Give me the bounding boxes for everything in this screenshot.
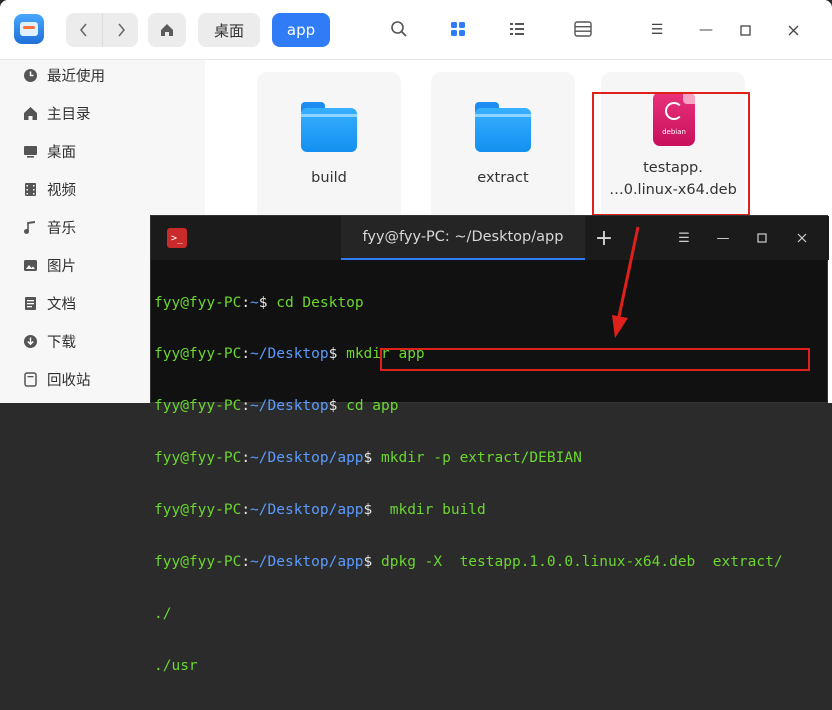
terminal-line: fyy@fyy-PC:~/Desktop/app$ mkdir -p extra… bbox=[154, 450, 582, 467]
sidebar-item-desktop[interactable]: 桌面 bbox=[0, 134, 205, 168]
list-view-icon bbox=[510, 23, 524, 35]
terminal-line: fyy@fyy-PC:~/Desktop/app$ mkdir build bbox=[154, 502, 486, 519]
close-button[interactable] bbox=[783, 20, 803, 40]
sidebar-item-videos[interactable]: 视频 bbox=[0, 172, 205, 206]
terminal-minimize-button[interactable]: — bbox=[714, 229, 732, 247]
home-button[interactable] bbox=[148, 13, 186, 47]
terminal-title-bar: >_ fyy@fyy-PC: ~/Desktop/app + ☰ — bbox=[151, 216, 829, 260]
terminal-line: fyy@fyy-PC:~$ cd Desktop bbox=[154, 294, 364, 311]
icon-view-button[interactable] bbox=[446, 17, 470, 41]
sidebar-toggle-icon bbox=[574, 21, 592, 37]
sidebar-item-recent[interactable]: 最近使用 bbox=[0, 58, 205, 92]
highlight-box-deb bbox=[592, 92, 750, 216]
terminal-logo-icon: >_ bbox=[167, 228, 187, 248]
search-icon bbox=[391, 21, 407, 37]
grid-view-icon bbox=[451, 22, 465, 36]
file-manager-logo-icon bbox=[14, 14, 44, 44]
file-name: build bbox=[311, 170, 347, 186]
music-icon bbox=[22, 219, 38, 235]
navigation-group bbox=[66, 13, 138, 47]
file-name: extract bbox=[477, 170, 529, 186]
terminal-output-line: ./ bbox=[154, 605, 172, 622]
forward-button[interactable] bbox=[102, 13, 138, 47]
close-icon bbox=[797, 233, 807, 243]
options-button[interactable] bbox=[571, 17, 595, 41]
chevron-right-icon bbox=[117, 23, 125, 37]
terminal-tab[interactable]: fyy@fyy-PC: ~/Desktop/app bbox=[341, 216, 585, 260]
terminal-window: >_ fyy@fyy-PC: ~/Desktop/app + ☰ — fyy@f… bbox=[150, 215, 829, 674]
maximize-button[interactable] bbox=[735, 20, 755, 40]
sidebar-item-label: 图片 bbox=[47, 258, 76, 275]
sidebar-item-label: 桌面 bbox=[47, 144, 76, 161]
desktop-icon bbox=[22, 143, 38, 159]
terminal-close-button[interactable] bbox=[793, 229, 811, 247]
picture-icon bbox=[22, 257, 38, 273]
sidebar-item-label: 回收站 bbox=[47, 372, 91, 389]
sidebar-item-label: 视频 bbox=[47, 182, 76, 199]
maximize-icon bbox=[739, 24, 751, 36]
plus-icon: + bbox=[594, 225, 614, 251]
terminal-menu-button[interactable]: ☰ bbox=[675, 229, 693, 247]
terminal-line: fyy@fyy-PC:~/Desktop/app$ dpkg -X testap… bbox=[154, 554, 783, 571]
breadcrumb-app[interactable]: app bbox=[272, 13, 330, 47]
terminal-output-line: ./usr bbox=[154, 657, 198, 674]
maximize-icon bbox=[757, 233, 767, 243]
minimize-button[interactable]: — bbox=[696, 20, 716, 40]
document-icon bbox=[22, 295, 38, 311]
home-icon bbox=[161, 24, 173, 36]
sidebar-item-label: 主目录 bbox=[47, 106, 91, 123]
chevron-left-icon bbox=[79, 23, 87, 37]
sidebar-item-home[interactable]: 主目录 bbox=[0, 96, 205, 130]
minimize-icon: — bbox=[699, 22, 713, 38]
terminal-maximize-button[interactable] bbox=[753, 229, 771, 247]
title-bar: 桌面 app ☰ — bbox=[0, 0, 832, 60]
sidebar-item-label: 最近使用 bbox=[47, 68, 105, 85]
sidebar-item-label: 音乐 bbox=[47, 220, 76, 237]
menu-icon: ☰ bbox=[678, 230, 690, 246]
clock-icon bbox=[22, 67, 38, 83]
back-button[interactable] bbox=[66, 13, 102, 47]
highlight-box-command bbox=[380, 348, 810, 371]
menu-icon: ☰ bbox=[650, 22, 664, 38]
menu-button[interactable]: ☰ bbox=[647, 20, 667, 40]
folder-icon bbox=[475, 102, 531, 152]
terminal-line: fyy@fyy-PC:~/Desktop$ cd app bbox=[154, 398, 399, 415]
download-icon bbox=[22, 333, 38, 349]
breadcrumb-desktop[interactable]: 桌面 bbox=[198, 13, 260, 47]
file-item-extract[interactable]: extract bbox=[431, 72, 575, 222]
close-icon bbox=[788, 25, 798, 35]
list-view-button[interactable] bbox=[505, 17, 529, 41]
sidebar-item-label: 文档 bbox=[47, 296, 76, 313]
folder-icon bbox=[301, 102, 357, 152]
new-tab-button[interactable]: + bbox=[589, 225, 619, 251]
minimize-icon: — bbox=[716, 230, 730, 246]
sidebar-item-label: 下载 bbox=[47, 334, 76, 351]
trash-icon bbox=[22, 371, 38, 387]
terminal-output[interactable]: fyy@fyy-PC:~$ cd Desktop fyy@fyy-PC:~/De… bbox=[154, 260, 826, 674]
video-icon bbox=[22, 181, 38, 197]
file-item-build[interactable]: build bbox=[257, 72, 401, 222]
home-icon bbox=[22, 105, 38, 121]
search-button[interactable] bbox=[387, 17, 411, 41]
